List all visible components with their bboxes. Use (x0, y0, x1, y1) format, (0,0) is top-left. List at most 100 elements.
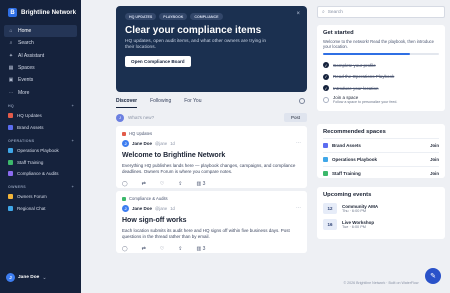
search-icon: ⌕ (322, 10, 325, 15)
post-space[interactable]: HQ Updates (122, 131, 301, 136)
join-button[interactable]: Join (430, 143, 439, 148)
post-button[interactable]: Post (283, 113, 307, 122)
recommended-title: Recommended spaces (323, 129, 386, 135)
sidebar-item-staff-training[interactable]: Staff Training (4, 157, 77, 169)
checklist-item[interactable]: ✓ Introduce your location (323, 82, 439, 94)
post-title[interactable]: How sign-off works (122, 217, 301, 224)
chevron-down-icon: ⌄ (42, 274, 47, 281)
section-operations-label: OPERATIONS (8, 139, 35, 143)
nav-item-home[interactable]: ⌂ Home (4, 25, 77, 38)
gear-icon[interactable] (299, 98, 305, 104)
space-icon (8, 171, 13, 177)
checklist-desc: Follow a space to personalize your feed. (333, 100, 398, 105)
search-input[interactable]: ⌕ Search (317, 6, 445, 18)
nav-item-more[interactable]: ⋯ More (4, 86, 77, 98)
compose-fab-button[interactable]: ✎ (425, 268, 441, 284)
like-icon[interactable]: ♡ (160, 246, 164, 252)
checklist-text: Join a space Follow a space to personaliz… (333, 95, 397, 104)
hero-chip[interactable]: PLAYBOOK (159, 13, 188, 21)
join-button[interactable]: Join (430, 171, 439, 176)
avatar: J (122, 205, 129, 212)
tab-for-you[interactable]: For You (184, 98, 201, 110)
hero-chip[interactable]: HQ UPDATES (125, 13, 157, 21)
tab-discover[interactable]: Discover (116, 98, 138, 108)
section-operations: OPERATIONS + (8, 139, 74, 143)
add-space-icon[interactable]: + (72, 139, 74, 143)
open-compliance-board-button[interactable]: Open Compliance Board (125, 56, 191, 68)
comment-icon[interactable]: ◯ (122, 181, 128, 187)
recommended-space: Operations Playbook Join (323, 152, 439, 166)
sidebar-item-label: Compliance & Audits (17, 171, 59, 177)
main-nav: ⌂ Home ⌕ Search ✦ AI Assistant ▦ Spaces ▣ Events ⋯… (4, 25, 77, 99)
circle-icon (323, 96, 329, 103)
recommended-space-label[interactable]: Operations Playbook (332, 157, 377, 162)
repost-icon[interactable]: ⇄ (142, 181, 146, 187)
tab-following[interactable]: Following (150, 98, 171, 110)
brand[interactable]: B Brightline Network (8, 8, 76, 17)
composer: J What's new? Post (116, 112, 307, 123)
post-time: 1d (170, 206, 175, 211)
add-space-icon[interactable]: + (72, 104, 74, 108)
post-space[interactable]: Compliance & Audits (122, 196, 301, 201)
space-icon (122, 196, 126, 201)
recommended-space-label[interactable]: Brand Assets (332, 143, 361, 148)
nav-item-spaces[interactable]: ▦ Spaces (4, 62, 77, 74)
sidebar-item-operations-playbook[interactable]: Operations Playbook (4, 145, 77, 157)
sidebar-item-label: Brand Assets (17, 124, 44, 130)
nav-item-events[interactable]: ▣ Events (4, 74, 77, 86)
checklist-item[interactable]: Join a space Follow a space to personaliz… (323, 94, 439, 106)
space-icon (8, 159, 13, 165)
space-icon (8, 194, 13, 200)
share-icon[interactable]: ⇪ (178, 246, 182, 252)
post-title[interactable]: Welcome to Brightline Network (122, 152, 301, 159)
event-item[interactable]: 16 Live Workshop Tue · 6:00 PM (323, 216, 439, 232)
calendar-icon: ▣ (8, 77, 14, 84)
repost-icon[interactable]: ⇄ (142, 246, 146, 252)
close-icon[interactable]: × (296, 11, 300, 17)
views-count: ▥ 3 (197, 246, 206, 252)
sparkle-icon: ✦ (8, 52, 14, 59)
operations-spaces: Operations Playbook Staff Training Complia… (4, 145, 77, 180)
sidebar-item-owners-forum[interactable]: Owners Forum (4, 191, 77, 203)
nav-item-ai-assistant[interactable]: ✦ AI Assistant (4, 50, 77, 62)
author-name[interactable]: Jane Doe (132, 141, 152, 146)
join-button[interactable]: Join (430, 157, 439, 162)
sidebar-item-hq-updates[interactable]: HQ Updates (4, 110, 77, 122)
check-icon: ✓ (323, 73, 329, 80)
sidebar-item-brand-assets[interactable]: Brand Assets (4, 122, 77, 134)
hero-banner: HQ UPDATES PLAYBOOK COMPLIANCE Clear your … (116, 6, 307, 92)
sidebar-item-compliance-audits[interactable]: Compliance & Audits (4, 168, 77, 180)
checklist-item[interactable]: ✓ Complete your profile (323, 59, 439, 71)
hero-chip[interactable]: COMPLIANCE (190, 13, 223, 21)
event-item[interactable]: 12 Community AMA Thu · 6:00 PM (323, 200, 439, 216)
recommended-space-label[interactable]: Staff Training (332, 171, 361, 176)
comment-icon[interactable]: ◯ (122, 246, 128, 252)
nav-item-label: More (18, 89, 30, 96)
nav-item-label: Spaces (18, 65, 35, 72)
checklist-label: Introduce your location (333, 85, 379, 91)
sidebar-item-regional-chat[interactable]: Regional Chat (4, 203, 77, 215)
add-space-icon[interactable]: + (72, 185, 74, 189)
space-icon (323, 171, 328, 176)
recommended-spaces-card: Recommended spaces Brand Assets Join Opera… (317, 124, 445, 178)
nav-item-search[interactable]: ⌕ Search (4, 37, 77, 49)
more-icon[interactable]: ⋯ (296, 205, 301, 211)
share-icon[interactable]: ⇪ (178, 181, 182, 187)
more-icon[interactable]: ⋯ (296, 140, 301, 146)
author-name[interactable]: Jane Doe (132, 206, 152, 211)
author-handle: @jane (155, 206, 168, 211)
views-count: ▥ 3 (197, 181, 206, 187)
author-handle: @jane (155, 141, 168, 146)
space-icon (8, 148, 13, 154)
compose-input[interactable]: What's new? (128, 115, 154, 120)
event-meta: Tue · 6:00 PM (342, 224, 366, 229)
event-text: Live Workshop Tue · 6:00 PM (342, 220, 374, 229)
avatar: J (6, 273, 15, 282)
search-placeholder: Search (327, 9, 343, 15)
post-actions: ◯ ⇄ ♡ ⇪ ▥ 3 (122, 181, 301, 187)
user-menu[interactable]: J Jane Doe ⌄ (6, 273, 47, 282)
checklist-item[interactable]: ✓ Read the Operations Playbook (323, 71, 439, 83)
checklist-label: Complete your profile (333, 62, 376, 68)
like-icon[interactable]: ♡ (160, 181, 164, 187)
checklist-text: Read the Operations Playbook (333, 74, 394, 79)
